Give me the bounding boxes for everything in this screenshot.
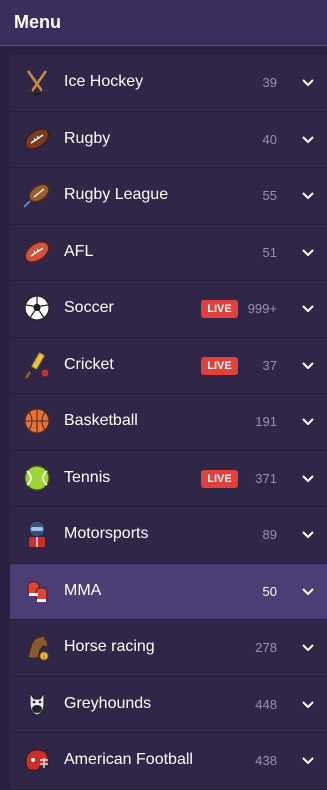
chevron-down-icon[interactable] [301,528,315,542]
sidebar-item-label: AFL [64,242,94,260]
sidebar-item-tennis[interactable]: Tennis LIVE 371 [10,450,327,507]
sidebar-item-horse-racing[interactable]: $ Horse racing 278 [10,620,327,677]
sidebar-item-label: Motorsports [64,525,149,542]
sidebar-item-ice-hockey[interactable]: Ice Hockey 39 [10,55,327,112]
horse-icon: $ [22,632,52,662]
svg-text:$: $ [42,654,46,661]
sidebar-item-label: Horse racing [64,638,155,655]
event-count: 191 [255,414,277,429]
chevron-down-icon[interactable] [301,472,315,486]
cricket-bat-icon [22,350,52,380]
sidebar-item-label: American Football [64,751,193,768]
chevron-down-icon[interactable] [301,754,315,768]
sidebar-item-label: Ice Hockey [64,73,144,90]
sidebar-item-label: Basketball [64,412,138,429]
live-badge: LIVE [201,469,238,488]
sidebar-item-rugby[interactable]: Rugby 40 [10,111,327,168]
sidebar-item-cricket[interactable]: Cricket LIVE 37 [10,337,327,394]
chevron-down-icon[interactable] [301,302,315,316]
sidebar-item-american-football[interactable]: American Football 438 [10,733,327,790]
ice-hockey-icon [22,67,52,97]
sidebar-item-label: Rugby League [64,186,169,203]
event-count: 51 [262,244,277,260]
rugby-ball-icon [22,124,52,154]
chevron-down-icon[interactable] [301,585,315,599]
soccer-ball-icon [22,293,52,323]
menu-title: Menu [14,12,61,32]
live-badge: LIVE [201,300,238,318]
event-count: 89 [262,527,277,542]
afl-ball-icon [22,237,52,267]
sidebar-item-label: Greyhounds [64,694,152,712]
sidebar-item-motorsports[interactable]: Motorsports 89 [10,507,327,564]
racing-driver-icon [22,519,52,549]
live-badge: LIVE [201,356,238,375]
event-count: 40 [262,131,277,147]
event-count: 39 [262,75,277,90]
sidebar-item-label: Soccer [64,299,114,316]
sidebar-item-label: Cricket [64,355,114,373]
tennis-ball-icon [22,463,52,493]
chevron-down-icon[interactable] [301,698,315,712]
boxing-glove-icon [22,576,52,606]
event-count: 50 [262,583,277,599]
sidebar-item-basketball[interactable]: Basketball 191 [10,394,327,451]
event-count: 371 [255,470,277,486]
football-helmet-icon [22,745,52,775]
sidebar-item-soccer[interactable]: Soccer LIVE 999+ [10,281,327,338]
event-count: 448 [255,696,277,712]
sidebar-item-afl[interactable]: AFL 51 [10,224,327,281]
chevron-down-icon[interactable] [301,76,315,90]
chevron-down-icon[interactable] [301,359,315,373]
chevron-down-icon[interactable] [301,133,315,147]
event-count: 278 [255,640,277,655]
menu-header: Menu [0,0,327,46]
sidebar-item-label: Rugby [64,129,111,147]
chevron-down-icon[interactable] [301,189,315,203]
chevron-down-icon[interactable] [301,246,315,260]
sidebar-item-label: Tennis [64,468,111,486]
sports-menu-list: Ice Hockey 39 Rugby 40 Rugby League 55 AFL 5… [10,55,327,790]
rugby-league-icon [22,180,52,210]
sidebar-item-label: MMA [64,581,102,599]
event-count: 55 [262,188,277,203]
basketball-icon [22,406,52,436]
greyhound-icon [22,689,52,719]
sidebar-item-greyhounds[interactable]: Greyhounds 448 [10,676,327,733]
event-count: 37 [262,357,277,373]
chevron-down-icon[interactable] [301,415,315,429]
event-count: 999+ [247,301,277,316]
chevron-down-icon[interactable] [301,641,315,655]
sidebar-item-rugby-league[interactable]: Rugby League 55 [10,168,327,225]
event-count: 438 [255,753,277,768]
sidebar-item-mma[interactable]: MMA 50 [10,563,327,620]
